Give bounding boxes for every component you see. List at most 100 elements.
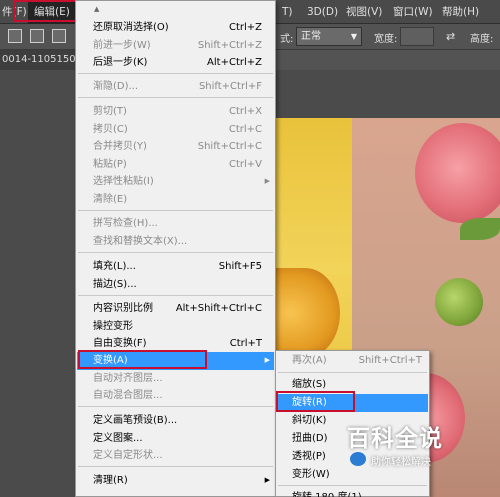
menu-item-undo[interactable]: 还原取消选择(O) Ctrl+Z bbox=[77, 19, 274, 37]
menu-item-shortcut: Alt+Shift+Ctrl+C bbox=[175, 303, 262, 314]
menu-separator bbox=[78, 295, 273, 296]
menu-item-label: 选择性粘贴(I) bbox=[93, 176, 154, 187]
submenu-item-again[interactable]: 再次(A) Shift+Ctrl+T bbox=[277, 352, 428, 370]
photo-rosebud bbox=[435, 278, 483, 326]
width-label: 宽度: bbox=[374, 34, 398, 45]
style-select[interactable]: 正常 ▼ bbox=[296, 27, 362, 46]
menu-item-purge[interactable]: 清理(R) ▶ bbox=[77, 472, 274, 490]
watermark-logo-icon bbox=[350, 452, 366, 466]
menu-item-label: 填充(L)... bbox=[93, 261, 136, 272]
menu-separator bbox=[78, 406, 273, 407]
menu-3d[interactable]: 3D(D) bbox=[307, 0, 338, 24]
menu-window[interactable]: 窗口(W) bbox=[393, 0, 433, 24]
menu-separator bbox=[78, 73, 273, 74]
menu-item-fill[interactable]: 填充(L)... Shift+F5 bbox=[77, 258, 274, 276]
menu-item-content-aware-scale[interactable]: 内容识别比例 Alt+Shift+Ctrl+C bbox=[77, 300, 274, 318]
menu-item-step-forward[interactable]: 前进一步(W) Shift+Ctrl+Z bbox=[77, 37, 274, 55]
menu-item-fade[interactable]: 渐隐(D)... Shift+Ctrl+F bbox=[77, 78, 274, 96]
edit-menu-highlight-box bbox=[13, 0, 78, 22]
menu-item-label: 清除(E) bbox=[93, 193, 128, 205]
menu-separator bbox=[278, 485, 427, 486]
menu-item-label: 定义图案... bbox=[93, 432, 143, 444]
photo-lips bbox=[270, 268, 340, 358]
menu-item-find-replace-text[interactable]: 查找和替换文本(X)... bbox=[77, 233, 274, 251]
watermark-title: 百科全说 bbox=[347, 426, 443, 452]
menu-item-label: 操控变形 bbox=[93, 320, 133, 332]
marquee-subtract-selection-icon[interactable] bbox=[52, 29, 66, 43]
select-arrow-icon: ▼ bbox=[350, 32, 357, 41]
menu-item-auto-align-layers[interactable]: 自动对齐图层... bbox=[77, 370, 274, 388]
submenu-item-shortcut: Shift+Ctrl+T bbox=[358, 355, 422, 366]
menu-item-label: 前进一步(W) bbox=[93, 39, 151, 51]
menu-item-cut[interactable]: 剪切(T) Ctrl+X bbox=[77, 103, 274, 121]
photo-leaf bbox=[460, 218, 500, 240]
menu-item-auto-blend-layers[interactable]: 自动混合图层... bbox=[77, 387, 274, 405]
menu-item-shortcut: Shift+F5 bbox=[218, 261, 262, 272]
menu-item-label: 拼写检查(H)... bbox=[93, 218, 158, 229]
submenu-arrow-icon: ▶ bbox=[264, 476, 270, 484]
menu-item-label: 查找和替换文本(X)... bbox=[93, 235, 188, 247]
submenu-item-label: 斜切(K) bbox=[292, 415, 327, 426]
menu-item-check-spelling[interactable]: 拼写检查(H)... bbox=[77, 215, 274, 233]
menu-item-step-backward[interactable]: 后退一步(K) Alt+Ctrl+Z bbox=[77, 54, 274, 72]
menu-item-label: 剪切(T) bbox=[93, 106, 127, 117]
style-select-value: 正常 bbox=[301, 31, 321, 42]
menu-item-copy-merged[interactable]: 合并拷贝(Y) Shift+Ctrl+C bbox=[77, 138, 274, 156]
menu-item-label: 粘贴(P) bbox=[93, 158, 127, 170]
menu-item-stroke[interactable]: 描边(S)... bbox=[77, 276, 274, 294]
submenu-arrow-icon: ▶ bbox=[264, 356, 270, 364]
menu-type[interactable]: T) bbox=[282, 0, 293, 24]
menu-item-define-brush-preset[interactable]: 定义画笔预设(B)... bbox=[77, 412, 274, 430]
submenu-item-rotate-180[interactable]: 旋转 180 度(1) bbox=[277, 489, 428, 497]
menu-item-label: 描边(S)... bbox=[93, 278, 137, 290]
transform-highlight-box bbox=[78, 350, 207, 369]
menu-item-define-pattern[interactable]: 定义图案... bbox=[77, 430, 274, 448]
submenu-arrow-icon: ▶ bbox=[264, 177, 270, 185]
rotate-highlight-box bbox=[276, 391, 355, 412]
menu-item-label: 自动混合图层... bbox=[93, 390, 163, 401]
menu-item-puppet-warp[interactable]: 操控变形 bbox=[77, 318, 274, 336]
menu-item-shortcut: Ctrl+T bbox=[229, 338, 262, 349]
submenu-item-label: 再次(A) bbox=[292, 355, 327, 366]
submenu-item-label: 扭曲(D) bbox=[292, 433, 328, 444]
menu-item-shortcut: Shift+Ctrl+Z bbox=[197, 39, 262, 51]
width-input[interactable] bbox=[400, 27, 434, 46]
submenu-item-label: 变形(W) bbox=[292, 469, 330, 480]
menu-view[interactable]: 视图(V) bbox=[346, 0, 382, 24]
menu-item-paste-special[interactable]: 选择性粘贴(I) ▶ bbox=[77, 173, 274, 191]
watermark-subtitle: 助你轻松解决 bbox=[371, 457, 431, 468]
menu-item-define-custom-shape[interactable]: 定义自定形状... bbox=[77, 447, 274, 465]
submenu-item-label: 旋转 180 度(1) bbox=[292, 489, 362, 497]
photo-rose-top bbox=[415, 123, 500, 223]
edit-menu: ▲ 还原取消选择(O) Ctrl+Z 前进一步(W) Shift+Ctrl+Z 后退… bbox=[75, 0, 276, 497]
menu-item-label: 清理(R) bbox=[93, 475, 128, 486]
menu-separator bbox=[78, 252, 273, 253]
height-label: 高度: bbox=[470, 34, 494, 45]
watermark: 百科全说 助你轻松解决 bbox=[347, 419, 465, 471]
menu-item-copy[interactable]: 拷贝(C) Ctrl+C bbox=[77, 121, 274, 139]
menu-separator bbox=[278, 372, 427, 373]
menu-item-shortcut: Shift+Ctrl+C bbox=[197, 141, 262, 152]
menu-item-shortcut: Ctrl+V bbox=[228, 158, 262, 170]
menu-item-label: 定义画笔预设(B)... bbox=[93, 415, 178, 426]
marquee-add-selection-icon[interactable] bbox=[30, 29, 44, 43]
menu-item-clear[interactable]: 清除(E) bbox=[77, 191, 274, 209]
menu-item-label: 渐隐(D)... bbox=[93, 81, 139, 92]
menu-item-shortcut: Ctrl+Z bbox=[228, 22, 262, 33]
menu-separator bbox=[78, 466, 273, 467]
menu-item-paste[interactable]: 粘贴(P) Ctrl+V bbox=[77, 156, 274, 174]
menu-help[interactable]: 帮助(H) bbox=[442, 0, 479, 24]
menu-item-label: 定义自定形状... bbox=[93, 450, 163, 461]
menu-item-label: 拷贝(C) bbox=[93, 123, 128, 135]
style-label: 式: bbox=[280, 34, 294, 45]
menu-item-label: 内容识别比例 bbox=[93, 303, 153, 314]
marquee-new-selection-icon[interactable] bbox=[8, 29, 22, 43]
menu-scroll-up-icon[interactable]: ▲ bbox=[94, 5, 99, 13]
swap-dimensions-icon[interactable]: ⇄ bbox=[446, 30, 455, 43]
menu-item-label: 自动对齐图层... bbox=[93, 372, 163, 384]
menu-item-shortcut: Ctrl+X bbox=[228, 106, 262, 117]
document-tab[interactable]: 0014-1105150624 bbox=[0, 50, 78, 70]
menu-item-shortcut: Alt+Ctrl+Z bbox=[207, 57, 262, 68]
menu-item-shortcut: Ctrl+C bbox=[228, 123, 262, 135]
menu-separator bbox=[78, 210, 273, 211]
